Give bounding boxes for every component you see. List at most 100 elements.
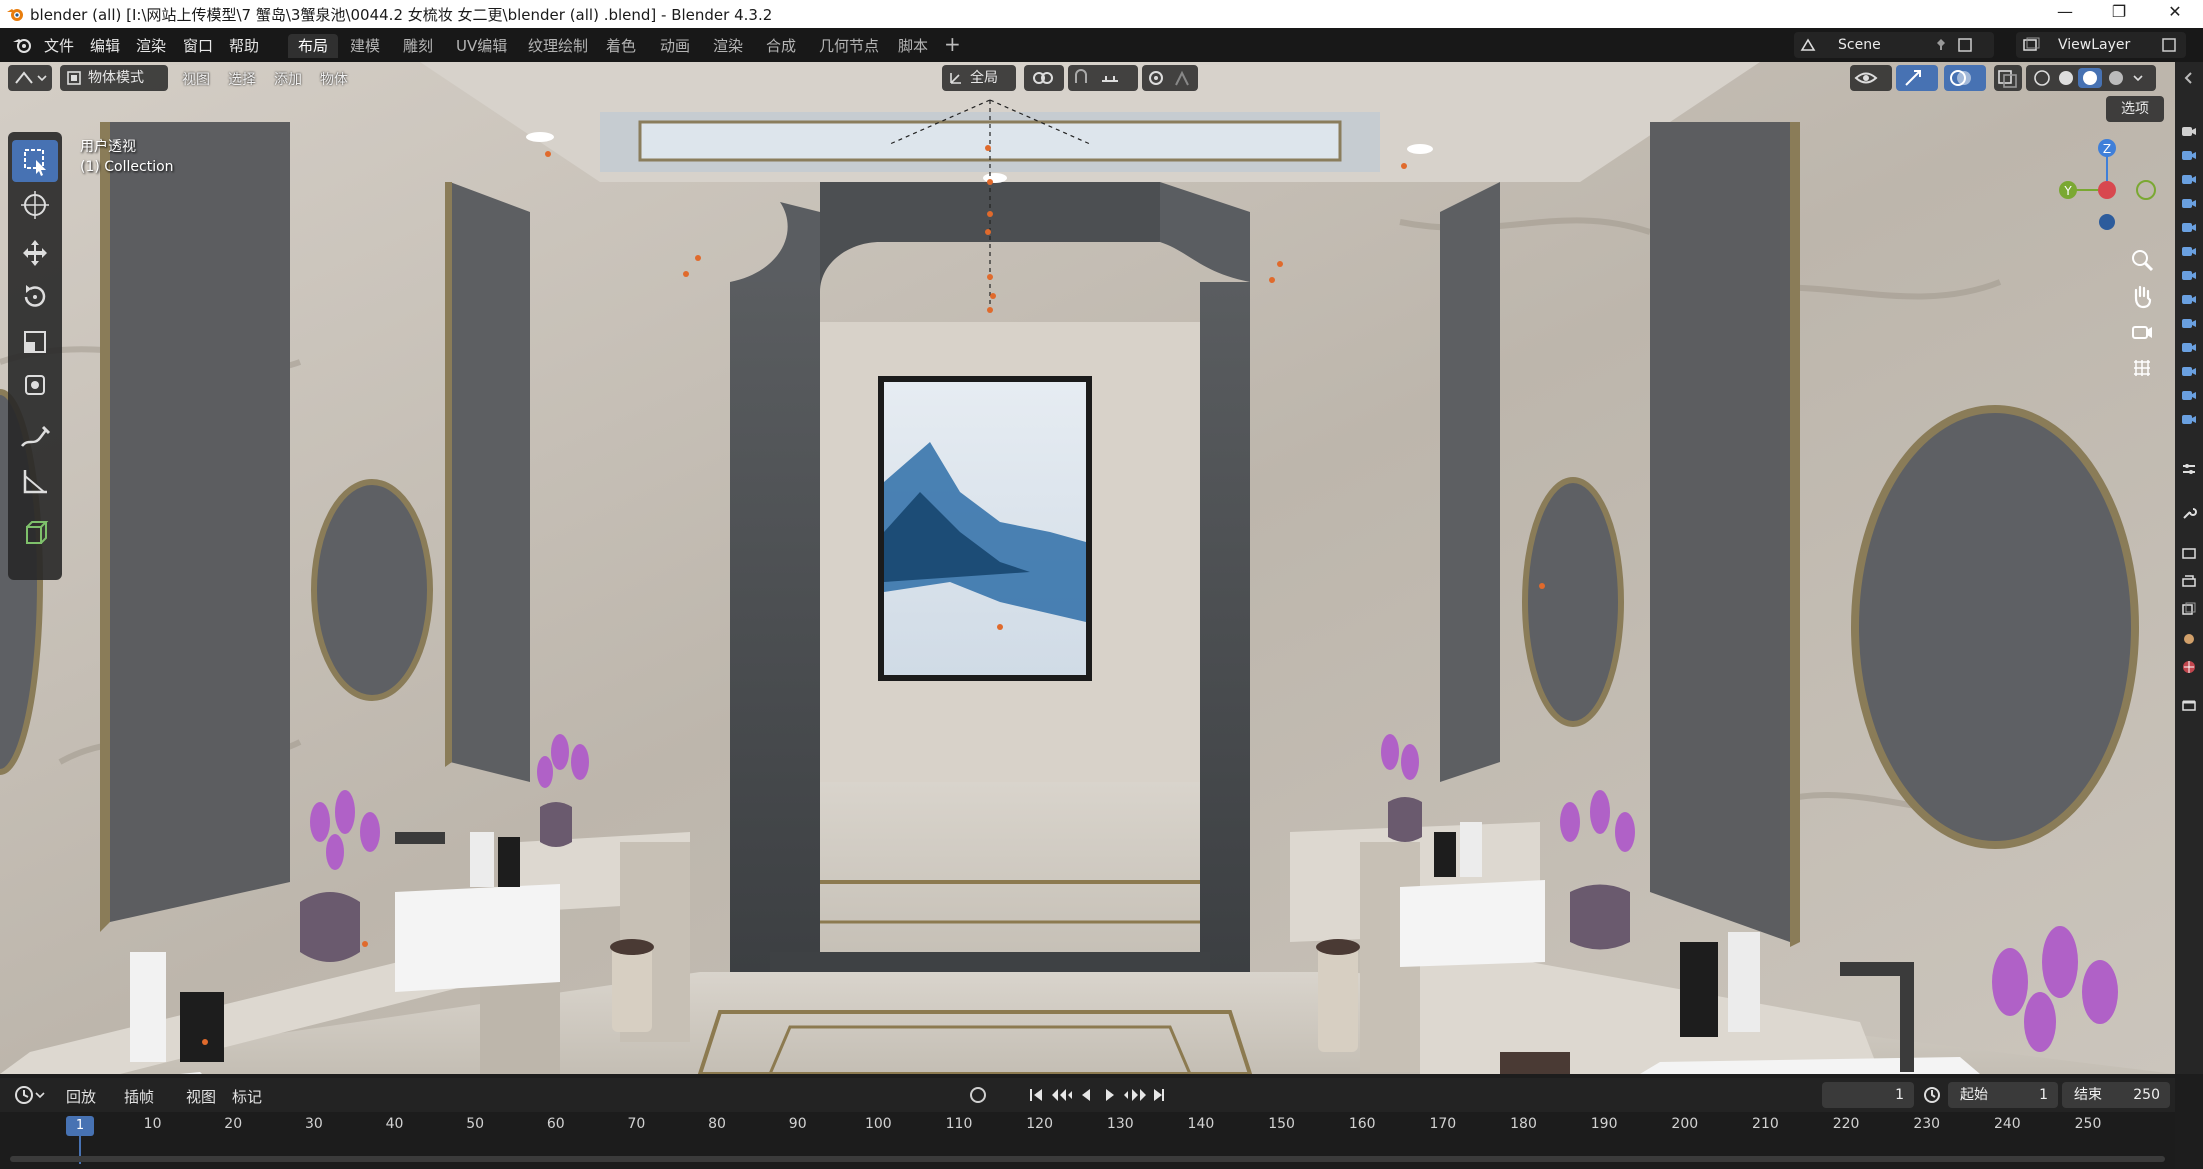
start-frame-field[interactable]: 起始 1 <box>1948 1082 2058 1108</box>
menu-render[interactable]: 渲染 <box>136 35 166 56</box>
tool-select-box[interactable] <box>12 140 58 182</box>
play-icon[interactable] <box>1106 1089 1114 1101</box>
shading-mode-selector[interactable] <box>2026 65 2156 91</box>
tab-geometry-nodes[interactable]: 几何节点 <box>809 34 889 58</box>
view-layer-properties-icon[interactable] <box>2181 602 2197 616</box>
tool-annotate[interactable] <box>12 416 58 458</box>
tool-rotate[interactable] <box>12 276 58 318</box>
tab-shading[interactable]: 着色 <box>596 34 646 58</box>
tab-animation[interactable]: 动画 <box>650 34 700 58</box>
timeline-menu-playback[interactable]: 回放 <box>66 1086 96 1107</box>
tab-compositing[interactable]: 合成 <box>756 34 806 58</box>
tab-scripting[interactable]: 脚本 <box>888 34 938 58</box>
render-visibility-icon[interactable] <box>2181 172 2197 186</box>
menu-help[interactable]: 帮助 <box>229 35 259 56</box>
pivot-point-button[interactable] <box>1024 65 1064 91</box>
render-properties-icon[interactable] <box>2181 546 2197 560</box>
render-visibility-icon[interactable] <box>2181 388 2197 402</box>
timeline-menu-marker[interactable]: 标记 <box>232 1086 262 1107</box>
menu-file[interactable]: 文件 <box>44 35 74 56</box>
overlay-toggle[interactable] <box>1944 65 1986 91</box>
viewport-menu-object[interactable]: 物体 <box>320 69 348 89</box>
menu-window[interactable]: 窗口 <box>183 35 213 56</box>
render-visibility-icon[interactable] <box>2181 364 2197 378</box>
jump-start-icon[interactable] <box>1030 1089 1032 1101</box>
add-workspace-button[interactable]: + <box>944 32 961 56</box>
camera-view-button[interactable] <box>2126 316 2158 348</box>
snapping-controls[interactable] <box>1068 65 1138 91</box>
ortho-toggle-button[interactable] <box>2126 352 2158 384</box>
tool-cursor[interactable] <box>12 184 58 226</box>
prev-keyframe-icon[interactable] <box>1052 1089 1072 1101</box>
3d-viewport[interactable]: 用户透视 (1) Collection Z Y <box>0 62 2175 1074</box>
timeline-scrollbar[interactable] <box>10 1156 2165 1162</box>
tab-texture-paint[interactable]: 纹理绘制 <box>518 34 598 58</box>
frame-ruler[interactable]: 10 20 30 40 50 60 70 80 90 100 110 120 130 140 150 160 1… <box>0 1112 2175 1136</box>
transform-orientation-selector[interactable]: 全局 <box>942 65 1016 91</box>
new-view-layer-icon[interactable] <box>2162 38 2178 52</box>
options-button[interactable]: 选项 <box>2106 96 2164 122</box>
collection-properties-icon[interactable] <box>2181 698 2197 712</box>
render-visibility-icon[interactable] <box>2181 124 2197 138</box>
zoom-button[interactable] <box>2126 244 2158 276</box>
tool-measure[interactable] <box>12 460 58 502</box>
tab-rendering[interactable]: 渲染 <box>703 34 753 58</box>
tab-modeling[interactable]: 建模 <box>340 34 390 58</box>
render-visibility-icon[interactable] <box>2181 220 2197 234</box>
tab-layout[interactable]: 布局 <box>288 34 339 58</box>
view-layer-selector[interactable]: ViewLayer <box>2016 32 2186 58</box>
strip-collapse-icon[interactable] <box>2181 70 2197 86</box>
next-keyframe-icon[interactable] <box>1124 1089 1146 1101</box>
tab-uv-editing[interactable]: UV编辑 <box>446 34 517 58</box>
xray-toggle[interactable] <box>1994 65 2022 91</box>
tool-scale[interactable] <box>12 320 58 362</box>
gizmo-neg-y[interactable] <box>2136 180 2156 200</box>
new-scene-icon[interactable] <box>1958 38 1974 52</box>
tool-transform[interactable] <box>12 364 58 406</box>
tool-add-cube[interactable] <box>12 512 58 554</box>
close-button[interactable]: ✕ <box>2155 2 2195 21</box>
menu-edit[interactable]: 编辑 <box>90 35 120 56</box>
gizmo-x-axis[interactable] <box>2098 181 2116 199</box>
timeline-menu-view[interactable]: 视图 <box>186 1086 216 1107</box>
viewport-menu-add[interactable]: 添加 <box>274 69 302 89</box>
tool-move[interactable] <box>12 232 58 274</box>
playback-controls[interactable] <box>1028 1085 1168 1105</box>
blender-menu-icon[interactable] <box>12 36 32 54</box>
proportional-edit-button[interactable] <box>1142 65 1198 91</box>
gizmo-toggle[interactable] <box>1896 65 1938 91</box>
viewport-menu-select[interactable]: 选择 <box>228 69 256 89</box>
render-visibility-icon[interactable] <box>2181 244 2197 258</box>
pin-icon[interactable] <box>1934 38 1948 52</box>
maximize-button[interactable]: ❐ <box>2099 2 2139 21</box>
render-visibility-icon[interactable] <box>2181 292 2197 306</box>
current-frame-field[interactable]: 1 <box>1822 1082 1914 1108</box>
timeline-editor-type-button[interactable] <box>12 1083 48 1107</box>
play-reverse-icon[interactable] <box>1082 1089 1090 1101</box>
wrench-icon[interactable] <box>2181 506 2197 520</box>
render-visibility-icon[interactable] <box>2181 268 2197 282</box>
scene-properties-icon[interactable] <box>2181 632 2197 646</box>
jump-end-icon[interactable] <box>1154 1089 1164 1101</box>
world-properties-icon[interactable] <box>2181 660 2197 674</box>
current-frame-indicator[interactable]: 1 <box>66 1116 94 1136</box>
gizmo-neg-z[interactable] <box>2099 214 2115 230</box>
editor-type-button[interactable] <box>8 65 52 91</box>
navigation-gizmo[interactable]: Z Y <box>2050 134 2160 244</box>
render-visibility-icon[interactable] <box>2181 412 2197 426</box>
mode-selector[interactable]: 物体模式 <box>60 65 168 91</box>
pan-button[interactable] <box>2126 280 2158 312</box>
render-visibility-icon[interactable] <box>2181 196 2197 210</box>
render-visibility-icon[interactable] <box>2181 316 2197 330</box>
preview-range-icon[interactable] <box>1922 1085 1942 1105</box>
tool-properties-icon[interactable] <box>2181 462 2197 476</box>
end-frame-field[interactable]: 结束 250 <box>2062 1082 2170 1108</box>
minimize-button[interactable]: — <box>2045 2 2085 21</box>
tab-sculpting[interactable]: 雕刻 <box>393 34 443 58</box>
render-visibility-icon[interactable] <box>2181 340 2197 354</box>
output-properties-icon[interactable] <box>2181 574 2197 588</box>
render-visibility-icon[interactable] <box>2181 148 2197 162</box>
viewport-menu-view[interactable]: 视图 <box>182 69 210 89</box>
record-icon[interactable] <box>968 1085 988 1105</box>
scene-selector[interactable]: Scene <box>1794 32 1994 58</box>
